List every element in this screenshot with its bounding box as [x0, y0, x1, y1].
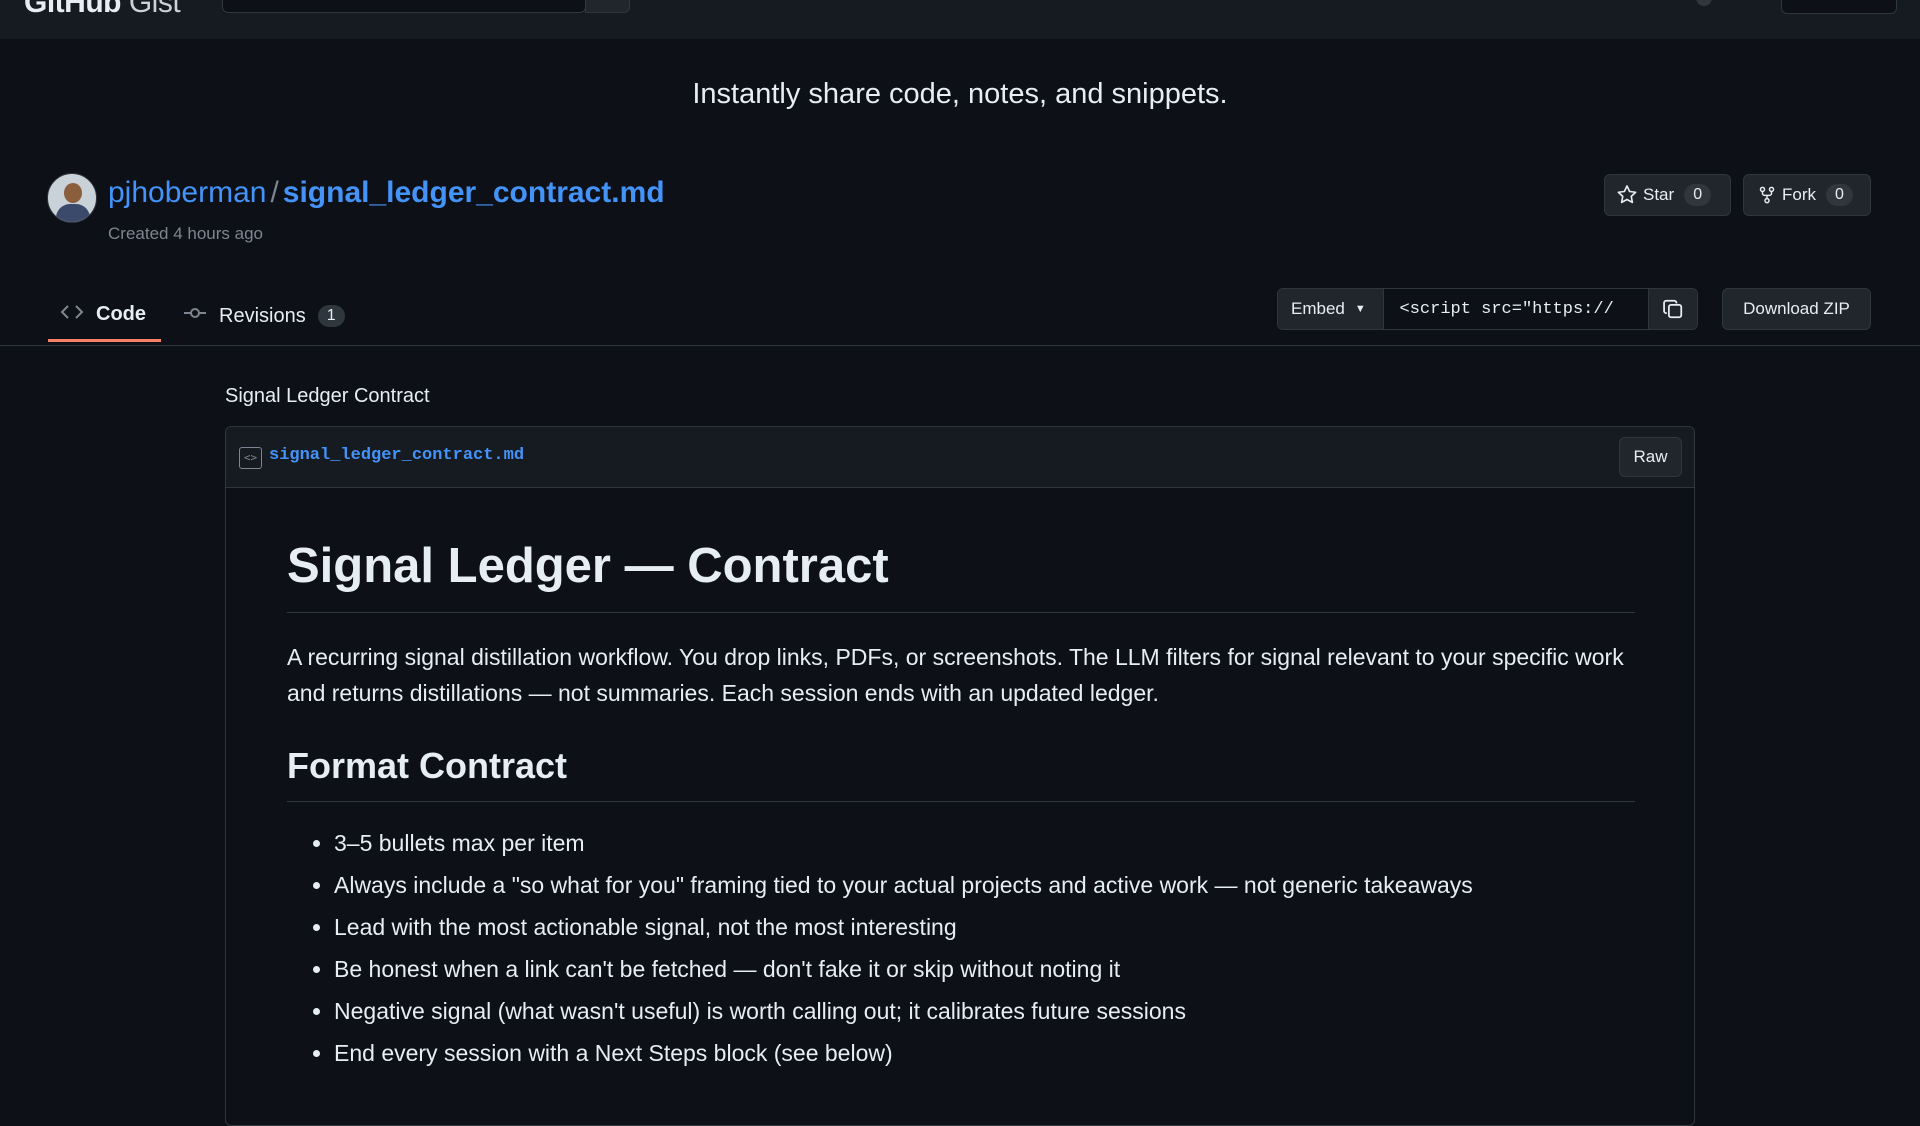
- top-header: GitHub Gist: [0, 0, 1920, 39]
- owner-link[interactable]: pjhoberman: [108, 176, 266, 209]
- star-icon: [1617, 185, 1637, 204]
- fork-label: Fork: [1782, 185, 1816, 204]
- tabs-divider: [0, 345, 1920, 346]
- embed-group: Embed ▼ <script src="https://: [1277, 288, 1698, 330]
- tab-revisions[interactable]: Revisions 1: [183, 290, 345, 342]
- tab-code-label: Code: [96, 303, 146, 325]
- search-button[interactable]: [585, 0, 630, 13]
- profile-menu-button[interactable]: [1781, 0, 1897, 14]
- star-button[interactable]: Star 0: [1604, 174, 1731, 216]
- markdown-h1: Signal Ledger — Contract: [287, 487, 1635, 613]
- embed-select-label: Embed: [1291, 299, 1345, 318]
- notifications-icon[interactable]: [1696, 0, 1712, 6]
- file-header: <> signal_ledger_contract.md Raw: [226, 427, 1694, 488]
- markdown-bullet-list: 3–5 bullets max per item Always include …: [287, 822, 1635, 1074]
- fork-button[interactable]: Fork 0: [1743, 174, 1871, 216]
- download-zip-button[interactable]: Download ZIP: [1722, 288, 1871, 330]
- raw-button[interactable]: Raw: [1619, 437, 1682, 477]
- fork-icon: [1759, 186, 1775, 204]
- chevron-down-icon: ▼: [1354, 303, 1366, 315]
- tab-revisions-label: Revisions: [219, 304, 306, 327]
- star-count: 0: [1684, 184, 1712, 206]
- list-item: End every session with a Next Steps bloc…: [334, 1032, 1635, 1074]
- embed-select[interactable]: Embed ▼: [1278, 289, 1384, 329]
- fork-count: 0: [1826, 184, 1853, 206]
- list-item: 3–5 bullets max per item: [334, 822, 1635, 864]
- markdown-h2: Format Contract: [287, 745, 1635, 802]
- search-input[interactable]: [222, 0, 586, 13]
- copy-button[interactable]: [1648, 289, 1697, 329]
- gist-title: pjhoberman / signal_ledger_contract.md: [108, 176, 665, 210]
- list-item: Always include a "so what for you" frami…: [334, 864, 1635, 906]
- embed-url-field[interactable]: <script src="https://: [1384, 289, 1649, 329]
- list-item: Be honest when a link can't be fetched —…: [334, 948, 1635, 990]
- list-item: Negative signal (what wasn't useful) is …: [334, 990, 1635, 1032]
- tagline: Instantly share code, notes, and snippet…: [692, 78, 1228, 110]
- avatar[interactable]: [47, 173, 97, 223]
- file-code-icon: <>: [239, 447, 262, 469]
- gist-filename-link[interactable]: signal_ledger_contract.md: [283, 176, 665, 209]
- tab-code[interactable]: Code: [48, 290, 161, 342]
- title-separator: /: [270, 176, 279, 209]
- file-name-link[interactable]: signal_ledger_contract.md: [269, 446, 524, 465]
- git-commit-icon: [183, 303, 207, 329]
- markdown-body: Signal Ledger — Contract A recurring sig…: [287, 487, 1635, 1074]
- revisions-count: 1: [317, 305, 345, 327]
- github-gist-logo[interactable]: GitHub Gist: [24, 0, 181, 20]
- code-icon: [60, 302, 84, 328]
- list-item: Lead with the most actionable signal, no…: [334, 906, 1635, 948]
- markdown-intro: A recurring signal distillation workflow…: [287, 643, 1624, 706]
- gist-description: Signal Ledger Contract: [225, 385, 430, 407]
- copy-icon: [1663, 299, 1683, 319]
- star-label: Star: [1643, 185, 1675, 204]
- file-box: <> signal_ledger_contract.md Raw Signal …: [225, 426, 1695, 1126]
- created-timestamp: Created 4 hours ago: [108, 224, 263, 243]
